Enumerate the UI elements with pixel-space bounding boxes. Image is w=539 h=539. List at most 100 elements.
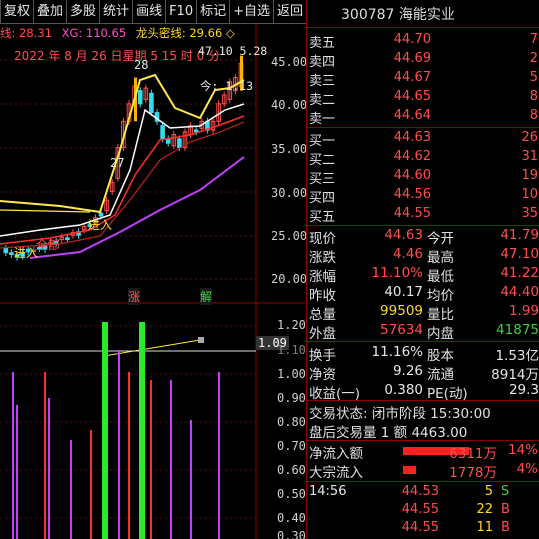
- order-label: 卖一: [309, 112, 336, 127]
- tick-row: 14:56 44.53 5 S: [307, 484, 539, 502]
- stat-label: 净资: [309, 367, 336, 383]
- indicator-xg: XG: 110.65: [61, 26, 127, 40]
- tick-direction: B: [501, 502, 510, 517]
- multi-stock-button[interactable]: 多股: [66, 0, 101, 24]
- buy-1-row[interactable]: 买一 44.63 26: [307, 130, 539, 149]
- stat-label: 流通: [427, 367, 454, 383]
- tick-volume: 5: [484, 484, 493, 499]
- order-volume: 5: [529, 70, 538, 85]
- osc-bar: [170, 380, 172, 539]
- order-volume: 10: [521, 187, 538, 202]
- candle-body: [9, 252, 14, 255]
- flow-percent: 14%: [507, 442, 538, 458]
- order-volume: 35: [521, 206, 538, 221]
- flow-amount: 6311万: [449, 446, 497, 462]
- stat-value: 11.10%: [371, 265, 423, 281]
- restore-rights-button[interactable]: 复权: [0, 0, 35, 24]
- stat-value: 0.380: [384, 382, 423, 398]
- after-hours-trade: 盘后交易量 1 额 4463.00: [309, 425, 468, 441]
- price-tick: 25.00: [271, 229, 308, 243]
- buy-signal-1: 进入: [88, 218, 113, 232]
- price-tick: 40.00: [271, 98, 308, 112]
- osc-tick: 1.20: [277, 318, 306, 332]
- stat-label: 股本: [427, 348, 454, 364]
- stat-value: 4.46: [392, 246, 423, 262]
- candle-body: [193, 129, 199, 133]
- candle-body: [3, 247, 9, 254]
- candle-body: [160, 125, 165, 140]
- order-volume: 31: [521, 149, 538, 164]
- order-price: 44.65: [393, 89, 431, 104]
- sell-2-row[interactable]: 卖二 44.65 8: [307, 89, 539, 108]
- quote-panel: 300787 海能实业 卖五 44.70 7 卖四 44.69 2 卖三 44.…: [306, 0, 539, 539]
- overlay-button[interactable]: 叠加: [33, 0, 68, 24]
- stat-value: 41.79: [500, 227, 539, 243]
- stat-label: 收益(一): [309, 386, 361, 402]
- tick-price: 44.55: [401, 520, 439, 535]
- kline-chart[interactable]: [0, 24, 305, 539]
- osc-bar: [70, 440, 72, 539]
- osc-tick: 0.60: [277, 463, 306, 477]
- order-price: 44.62: [393, 149, 431, 164]
- stat-label: 最高: [427, 250, 454, 266]
- sell-1-row[interactable]: 卖一 44.64 8: [307, 108, 539, 127]
- stat-value: 11.16%: [371, 344, 423, 360]
- order-price: 44.64: [393, 108, 431, 123]
- date-time-label: 2022 年 8 月 26 日星期 5 15 时 0 分: [14, 49, 221, 63]
- stat-label: 涨幅: [309, 269, 336, 285]
- ma-line-flat: [0, 209, 91, 213]
- oscillator-bars: [0, 322, 256, 539]
- tick-row: 44.55 22 B: [307, 502, 539, 520]
- price-tick: 35.00: [271, 142, 308, 156]
- buy-3-row[interactable]: 买三 44.60 19: [307, 168, 539, 187]
- stat-label: 换手: [309, 348, 336, 364]
- sell-4-row[interactable]: 卖四 44.69 2: [307, 51, 539, 70]
- buy-signal-2: 进入: [14, 246, 39, 260]
- mid-mark: 27: [110, 156, 125, 170]
- stat-label: 内盘: [427, 326, 454, 342]
- order-label: 卖五: [309, 36, 336, 51]
- stat-value: 41875: [496, 322, 539, 338]
- stat-value: 1.99: [508, 303, 539, 319]
- sell-3-row[interactable]: 卖三 44.67 5: [307, 70, 539, 89]
- stat-value: 44.40: [500, 284, 539, 300]
- f10-button[interactable]: F10: [165, 0, 198, 24]
- order-label: 买三: [309, 172, 336, 187]
- add-watchlist-button[interactable]: +自选: [229, 0, 275, 24]
- buy-2-row[interactable]: 买二 44.62 31: [307, 149, 539, 168]
- block-inflow-row: 大宗流入 1778万 4%: [307, 461, 539, 481]
- mark-button[interactable]: 标记: [196, 0, 231, 24]
- flow-label: 大宗流入: [309, 465, 363, 481]
- osc-bar: [139, 322, 145, 539]
- draw-line-button[interactable]: 画线: [132, 0, 167, 24]
- stat-row-turnover: 换手 11.16% 股本 1.53亿: [307, 344, 539, 364]
- buy-4-row[interactable]: 买四 44.56 10: [307, 187, 539, 206]
- buy-5-row[interactable]: 买五 44.55 35: [307, 206, 539, 225]
- tick-volume: 11: [476, 520, 493, 535]
- osc-bar: [128, 372, 130, 539]
- tick-direction: B: [501, 520, 510, 535]
- stat-label: 量比: [427, 307, 454, 323]
- tick-row: 44.55 11 B: [307, 520, 539, 538]
- order-volume: 19: [521, 168, 538, 183]
- candle-body: [137, 90, 143, 105]
- indicator-dragon: 龙头密线: 29.66 ◇: [135, 26, 235, 40]
- stat-label: 外盘: [309, 326, 336, 342]
- stat-value: 47.10: [500, 246, 539, 262]
- stat-value: 99509: [380, 303, 423, 319]
- back-button[interactable]: 返回: [273, 0, 308, 24]
- order-price: 44.63: [393, 130, 431, 145]
- tick-price: 44.55: [401, 502, 439, 517]
- osc-tick: 0.90: [277, 391, 306, 405]
- high-annotation: 47.10 5.28: [198, 44, 268, 58]
- osc-tick: 0.80: [277, 415, 306, 429]
- statistics-button[interactable]: 统计: [99, 0, 134, 24]
- osc-tick: 0.30: [277, 529, 306, 539]
- sell-5-row[interactable]: 卖五 44.70 7: [307, 32, 539, 51]
- order-volume: 8: [529, 89, 538, 104]
- stat-value: 1.53亿: [495, 348, 539, 364]
- flow-percent: 4%: [516, 461, 538, 477]
- osc-bar: [118, 350, 120, 539]
- stock-title: 300787 海能实业: [341, 7, 455, 23]
- osc-bar: [12, 372, 14, 539]
